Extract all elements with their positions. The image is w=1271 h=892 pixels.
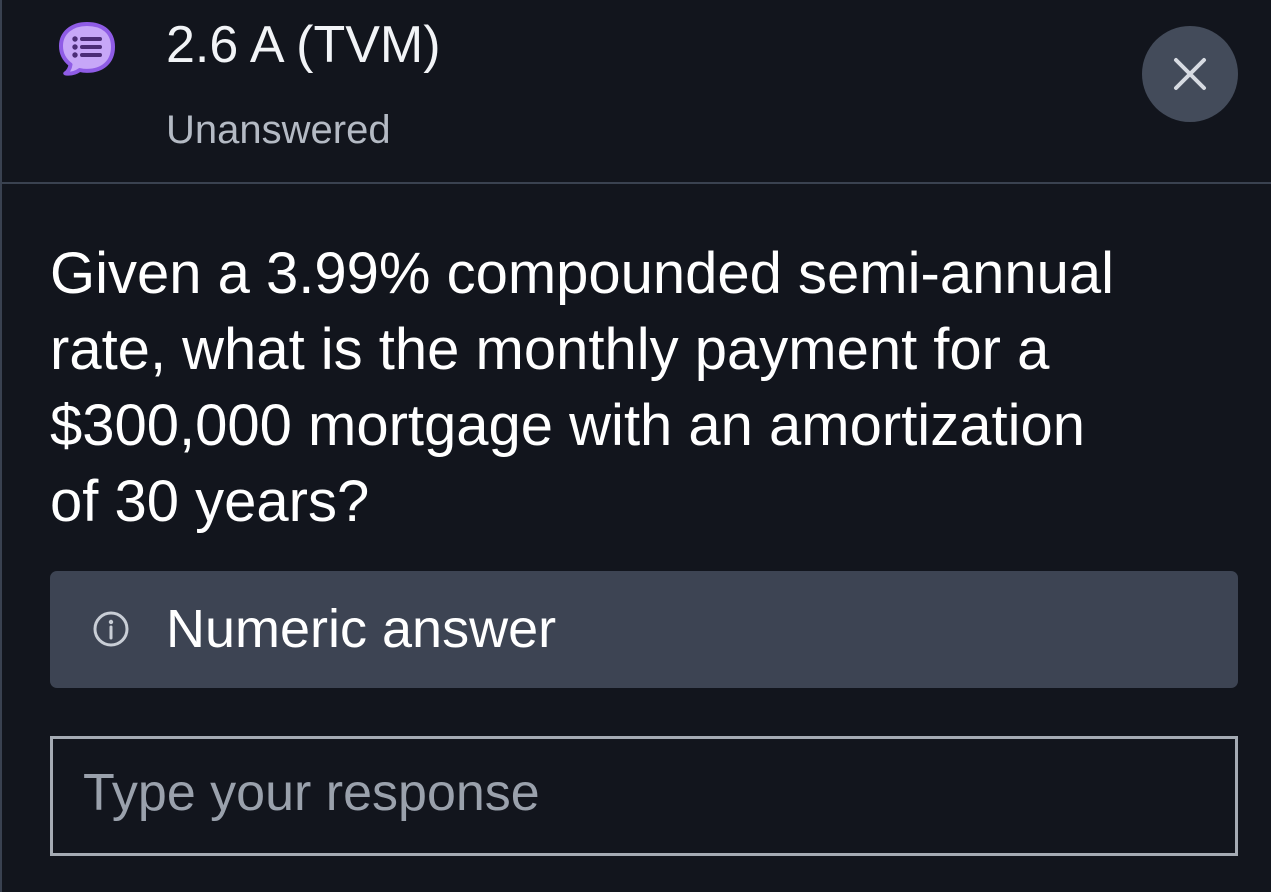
close-button[interactable]	[1142, 26, 1238, 122]
close-icon	[1174, 58, 1206, 90]
question-text: Given a 3.99% compounded semi-annual rat…	[50, 236, 1240, 540]
question-line: of 30 years?	[50, 469, 370, 534]
question-line: $300,000 mortgage with an amortization	[50, 393, 1085, 458]
answer-type-label: Numeric answer	[166, 599, 557, 659]
chat-list-icon	[59, 22, 115, 76]
question-title: 2.6 A (TVM)	[166, 16, 441, 74]
question-line: rate, what is the monthly payment for a	[50, 317, 1050, 382]
answer-status: Unanswered	[166, 108, 391, 152]
response-input[interactable]	[50, 736, 1238, 856]
question-panel: 2.6 A (TVM) Unanswered Given a 3.99% com…	[0, 0, 1271, 892]
info-icon	[93, 611, 129, 647]
question-header: 2.6 A (TVM) Unanswered	[2, 0, 1271, 184]
question-line: Given a 3.99% compounded semi-annual	[50, 241, 1114, 306]
